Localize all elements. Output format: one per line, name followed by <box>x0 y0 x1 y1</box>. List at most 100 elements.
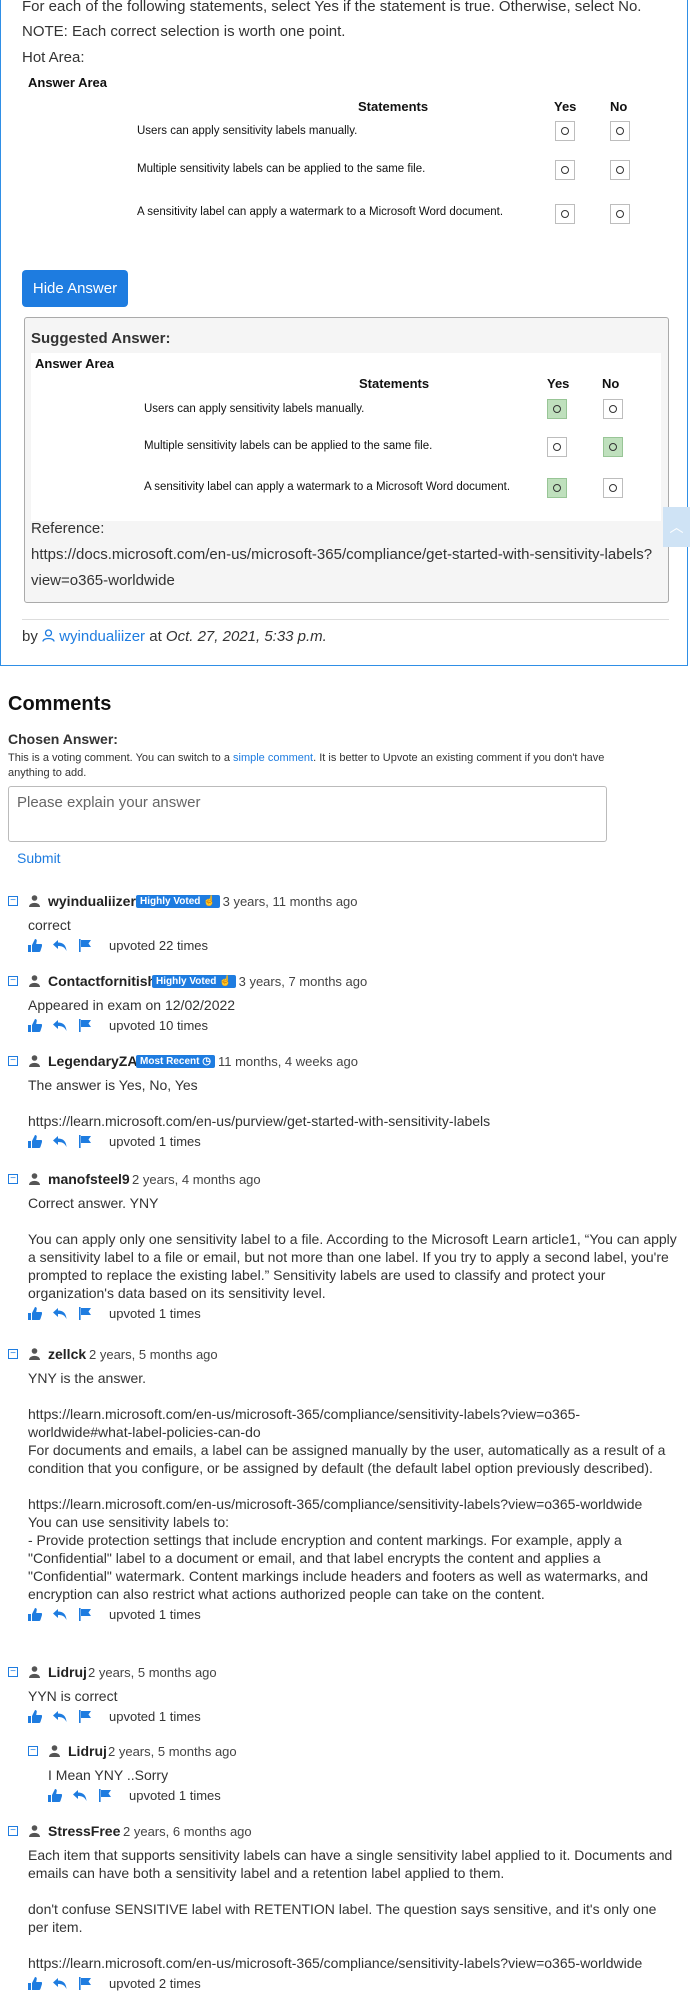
flag-icon[interactable] <box>78 1135 92 1148</box>
flag-icon[interactable] <box>78 939 92 952</box>
user-icon <box>29 1055 40 1067</box>
comment-username[interactable]: manofsteel9 <box>48 1171 130 1187</box>
collapse-icon[interactable]: − <box>8 1667 18 1677</box>
comment-time: 2 years, 5 months ago <box>108 1744 237 1759</box>
thumbs-up-icon[interactable] <box>28 939 42 952</box>
answer-area-title: Answer Area <box>28 75 107 90</box>
reference-url-line-2[interactable]: view=o365-worldwide <box>31 572 175 589</box>
suggested-statements-header: Statements <box>359 376 430 391</box>
flag-icon[interactable] <box>78 1019 92 1032</box>
reply-icon[interactable] <box>53 1019 67 1032</box>
divider <box>22 619 669 620</box>
collapse-icon[interactable]: − <box>28 1746 38 1756</box>
reply-icon[interactable] <box>73 1789 87 1802</box>
suggested-yes-header: Yes <box>547 376 570 391</box>
flag-icon[interactable] <box>78 1608 92 1621</box>
comment-username[interactable]: Lidruj <box>48 1664 87 1680</box>
byline-user-link[interactable]: wyindualiizer <box>59 628 145 645</box>
reply-icon[interactable] <box>53 939 67 952</box>
statement-1-yes-radio[interactable] <box>555 121 575 141</box>
radio-dot <box>609 405 617 413</box>
comment: − LegendaryZA Most Recent ◷ 11 months, 4 … <box>8 1053 680 1155</box>
suggested-answer-box: Suggested Answer: Answer Area Statements… <box>24 317 669 603</box>
comment-username[interactable]: StressFree <box>48 1823 120 1839</box>
suggested-answer-title: Suggested Answer: <box>31 330 171 347</box>
scroll-top-tab[interactable]: ︿ <box>663 507 690 547</box>
most-recent-badge: Most Recent ◷ <box>136 1055 215 1068</box>
statement-2-yes-radio[interactable] <box>555 160 575 180</box>
thumbs-up-icon[interactable] <box>28 1977 42 1990</box>
reply-icon[interactable] <box>53 1307 67 1320</box>
comment-time: 2 years, 5 months ago <box>89 1347 218 1362</box>
thumbs-up-icon[interactable] <box>28 1019 42 1032</box>
thumbs-up-icon[interactable] <box>28 1710 42 1723</box>
submit-button[interactable]: Submit <box>17 850 61 866</box>
radio-dot <box>616 210 624 218</box>
simple-comment-link[interactable]: simple comment <box>233 752 313 764</box>
suggested-answer-image: Answer Area Statements Yes No Users can … <box>31 353 661 521</box>
hide-answer-button[interactable]: Hide Answer <box>22 270 128 307</box>
no-header: No <box>610 99 628 114</box>
comment: − StressFree 2 years, 6 months ago Each … <box>8 1823 680 1997</box>
comment-reply: − Lidruj 2 years, 5 months ago I Mean YN… <box>28 1743 680 1809</box>
thumbs-up-icon[interactable] <box>28 1307 42 1320</box>
collapse-icon[interactable]: − <box>8 896 18 906</box>
user-icon <box>29 1173 40 1185</box>
byline: by wyindualiizer at Oct. 27, 2021, 5:33 … <box>22 628 327 645</box>
flag-icon[interactable] <box>78 1977 92 1990</box>
radio-dot <box>553 443 561 451</box>
collapse-icon[interactable]: − <box>8 1349 18 1359</box>
hot-area-label: Hot Area: <box>22 49 85 66</box>
comment-header: − LegendaryZA Most Recent ◷ 11 months, 4 … <box>8 1053 680 1076</box>
comment-username[interactable]: zellck <box>48 1346 86 1362</box>
suggested-no-header: No <box>602 376 620 391</box>
chosen-answer-label: Chosen Answer: <box>8 731 118 747</box>
upvote-count: upvoted 1 times <box>109 1134 201 1149</box>
flag-icon[interactable] <box>78 1710 92 1723</box>
collapse-icon[interactable]: − <box>8 1826 18 1836</box>
collapse-icon[interactable]: − <box>8 976 18 986</box>
upvote-count: upvoted 10 times <box>109 1018 209 1033</box>
suggested-statement-1: Users can apply sensitivity labels manua… <box>144 403 365 415</box>
reference-label: Reference: <box>31 520 105 537</box>
flag-icon[interactable] <box>98 1789 112 1802</box>
collapse-icon[interactable]: − <box>8 1174 18 1184</box>
reply-icon[interactable] <box>53 1977 67 1990</box>
suggested-statement-2: Multiple sensitivity labels can be appli… <box>144 440 433 452</box>
question-card: For each of the following statements, se… <box>0 0 688 666</box>
thumbs-up-icon[interactable] <box>28 1608 42 1621</box>
comment-username[interactable]: wyindualiizer <box>48 893 136 909</box>
statement-2-no-radio[interactable] <box>610 160 630 180</box>
collapse-icon[interactable]: − <box>8 1056 18 1066</box>
comment-actions: upvoted 2 times <box>28 1975 680 1997</box>
statement-3-yes-radio[interactable] <box>555 204 575 224</box>
thumbs-up-icon: ☝ <box>200 896 216 907</box>
statement-2: Multiple sensitivity labels can be appli… <box>137 163 426 175</box>
user-icon <box>29 895 40 907</box>
comment-actions: upvoted 1 times <box>28 1305 680 1327</box>
thumbs-up-icon[interactable] <box>28 1135 42 1148</box>
comment-username[interactable]: Lidruj <box>68 1743 107 1759</box>
statement-1-no-radio[interactable] <box>610 121 630 141</box>
comment-actions: upvoted 1 times <box>28 1133 680 1155</box>
upvote-count: upvoted 22 times <box>109 938 209 953</box>
upvote-count: upvoted 1 times <box>109 1709 201 1724</box>
radio-dot <box>553 405 561 413</box>
reply-icon[interactable] <box>53 1608 67 1621</box>
comment: − zellck 2 years, 5 months ago YNY is th… <box>8 1346 680 1628</box>
comment-username[interactable]: Contactfornitish <box>48 973 156 989</box>
reply-icon[interactable] <box>53 1710 67 1723</box>
suggested-statement-2-no <box>603 437 623 457</box>
reference-url-line-1[interactable]: https://docs.microsoft.com/en-us/microso… <box>31 546 652 563</box>
flag-icon[interactable] <box>78 1307 92 1320</box>
thumbs-up-icon[interactable] <box>48 1789 62 1802</box>
comment-textarea[interactable]: Please explain your answer <box>8 786 607 842</box>
statement-3-no-radio[interactable] <box>610 204 630 224</box>
suggested-statement-3-no <box>603 478 623 498</box>
user-icon <box>49 1745 60 1757</box>
upvote-count: upvoted 1 times <box>109 1607 201 1622</box>
statements-header: Statements <box>358 99 429 114</box>
reply-icon[interactable] <box>53 1135 67 1148</box>
comment-header: − Lidruj 2 years, 5 months ago <box>8 1664 680 1687</box>
comment-username[interactable]: LegendaryZA <box>48 1053 137 1069</box>
